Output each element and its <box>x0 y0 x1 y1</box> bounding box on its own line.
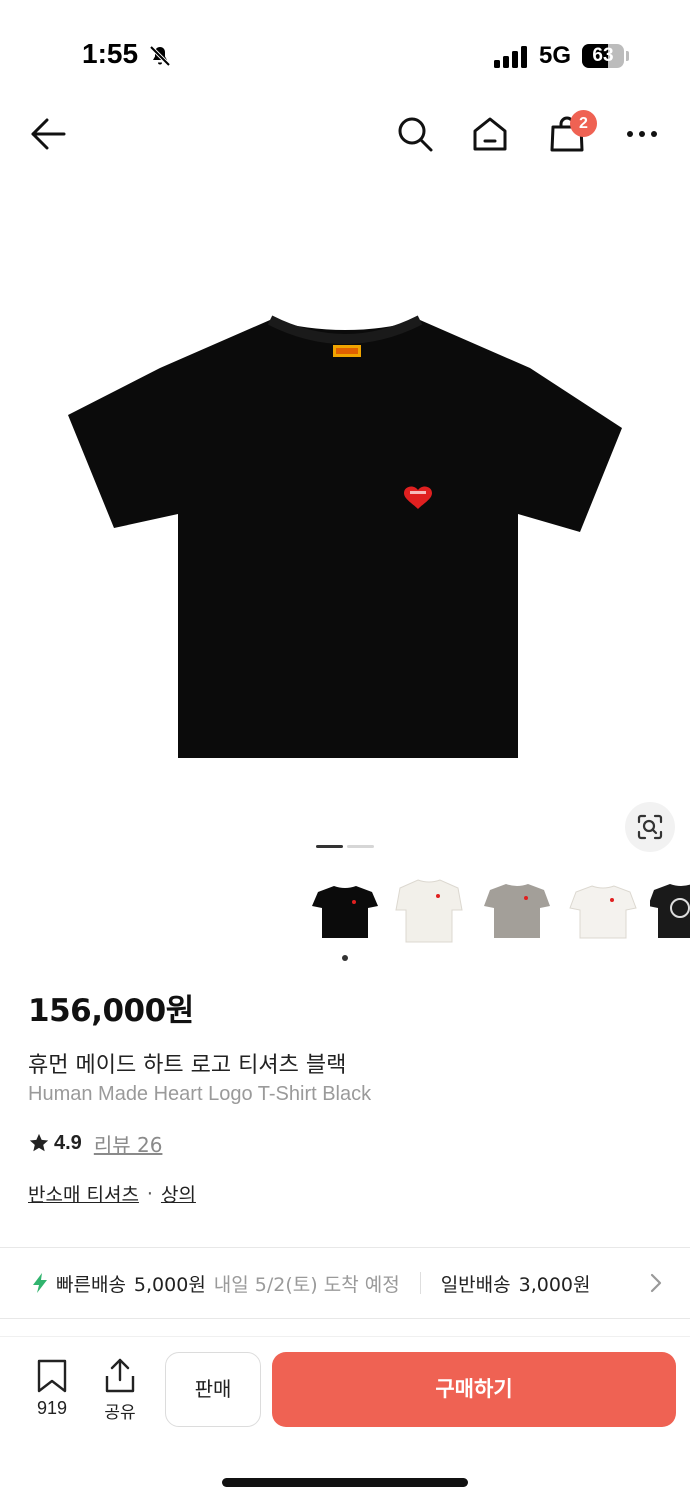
normal-shipping-label: 일반배송 <box>440 1273 511 1296</box>
gallery-page-indicator <box>316 845 376 848</box>
product-name-english: Human Made Heart Logo T-Shirt Black <box>28 1083 372 1105</box>
back-button[interactable] <box>24 110 72 158</box>
rating-value: 4.9 <box>54 1131 82 1154</box>
shipping-options-row[interactable]: 빠른배송 5,000원 내일 5/2(토) 도착 예정 일반배송 3,000원 <box>0 1248 690 1318</box>
fast-shipping-price: 5,000원 <box>133 1273 206 1296</box>
page-indicator-segment <box>347 845 374 848</box>
rating-row: 4.9 리뷰 26 <box>28 1128 162 1158</box>
bookmark-icon <box>37 1359 67 1393</box>
search-button[interactable] <box>391 110 439 158</box>
divider <box>0 1318 690 1319</box>
search-icon <box>398 117 433 152</box>
thumbnail-black-2[interactable] <box>650 870 690 950</box>
battery-indicator: 63 <box>582 44 624 68</box>
arrow-left-icon <box>31 118 66 150</box>
more-button[interactable] <box>618 110 666 158</box>
status-time: 1:55 <box>82 38 139 69</box>
thumbnail-white-2[interactable] <box>564 870 642 950</box>
battery-cap <box>626 51 629 61</box>
cellular-signal-icon <box>494 46 527 68</box>
category-separator: · <box>146 1182 153 1205</box>
page-indicator-segment <box>316 845 343 848</box>
product-price: 156,000원 <box>28 993 194 1029</box>
star-icon <box>29 1133 49 1152</box>
product-name-korean: 휴먼 메이드 하트 로고 티셔츠 블랙 <box>28 1053 347 1078</box>
shipping-separator <box>419 1272 421 1294</box>
battery-level: 63 <box>592 45 614 66</box>
network-type: 5G <box>539 42 572 69</box>
selected-thumbnail-dot <box>342 955 348 961</box>
category-sub-link[interactable]: 반소매 티셔츠 <box>28 1180 139 1207</box>
buy-button[interactable]: 구매하기 <box>272 1352 676 1427</box>
home-indicator <box>222 1478 468 1487</box>
wishlist-count: 919 <box>36 1398 68 1418</box>
product-image[interactable] <box>60 300 630 770</box>
fast-shipping-label: 빠른배송 <box>56 1273 126 1296</box>
share-icon <box>105 1358 135 1393</box>
category-breadcrumb: 반소매 티셔츠 · 상의 <box>28 1180 196 1207</box>
wishlist-button[interactable]: 919 <box>26 1358 78 1428</box>
thumbnail-gray[interactable] <box>478 870 556 950</box>
status-bar: 1:55 5G 63 <box>0 0 690 110</box>
share-button[interactable]: 공유 <box>96 1358 144 1428</box>
variant-thumbnails <box>306 870 690 950</box>
share-label: 공유 <box>104 1403 136 1423</box>
thumbnail-black[interactable] <box>306 870 384 950</box>
bottom-bar-divider <box>0 1336 690 1337</box>
image-search-button[interactable] <box>625 802 675 852</box>
image-search-icon <box>637 814 663 840</box>
category-main-link[interactable]: 상의 <box>161 1180 196 1207</box>
cart-count-badge: 2 <box>570 110 597 137</box>
home-icon <box>473 117 507 151</box>
thumbnail-white[interactable] <box>390 870 468 950</box>
bell-muted-icon <box>149 45 171 67</box>
home-button[interactable] <box>466 110 514 158</box>
review-link[interactable]: 리뷰 26 <box>94 1129 163 1158</box>
lightning-bolt-icon <box>33 1273 47 1293</box>
normal-shipping-price: 3,000원 <box>518 1273 591 1296</box>
sell-button[interactable]: 판매 <box>165 1352 261 1427</box>
fast-shipping-arrival: 내일 5/2(토) 도착 예정 <box>213 1273 400 1296</box>
more-dots-icon <box>627 131 657 137</box>
chevron-right-icon[interactable] <box>648 1272 664 1294</box>
